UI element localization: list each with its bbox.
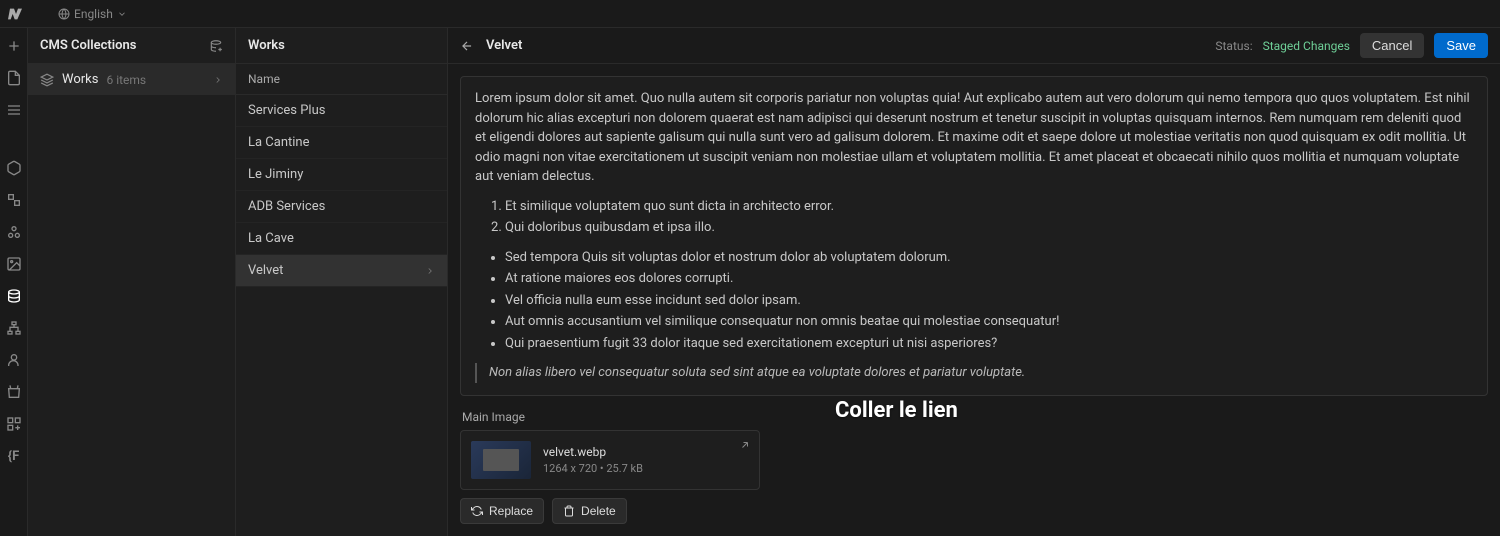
collections-panel-title: CMS Collections xyxy=(40,38,136,53)
navigator-tool[interactable] xyxy=(4,100,24,120)
work-item[interactable]: ADB Services xyxy=(236,191,447,223)
work-item-label: ADB Services xyxy=(248,199,325,214)
components-tool[interactable] xyxy=(4,158,24,178)
chevron-down-icon xyxy=(117,9,127,19)
rich-text-list-item: At ratione maiores eos dolores corrupti. xyxy=(505,269,1473,289)
save-button[interactable]: Save xyxy=(1434,33,1488,58)
rich-text-quote: Non alias libero vel consequatur soluta … xyxy=(475,363,1473,383)
work-item-label: La Cantine xyxy=(248,135,310,150)
users-tool[interactable] xyxy=(4,350,24,370)
chevron-right-icon xyxy=(213,75,223,85)
work-item[interactable]: La Cantine xyxy=(236,127,447,159)
rich-text-list-item: Aut omnis accusantium vel similique cons… xyxy=(505,312,1473,332)
rich-text-field[interactable]: Lorem ipsum dolor sit amet. Quo nulla au… xyxy=(460,76,1488,396)
pages-tool[interactable] xyxy=(4,68,24,88)
collection-count: 6 items xyxy=(106,73,146,87)
chevron-right-icon xyxy=(425,266,435,276)
styles-tool[interactable] xyxy=(4,222,24,242)
cms-tool[interactable] xyxy=(4,286,24,306)
webflow-logo-icon[interactable] xyxy=(8,6,24,22)
work-item[interactable]: Velvet xyxy=(236,255,447,287)
cancel-button[interactable]: Cancel xyxy=(1360,33,1424,58)
variables-tool[interactable] xyxy=(4,190,24,210)
work-item-label: Le Jiminy xyxy=(248,167,303,182)
ecommerce-tool[interactable] xyxy=(4,382,24,402)
delete-button[interactable]: Delete xyxy=(552,498,627,524)
rich-text-paragraph: Lorem ipsum dolor sit amet. Quo nulla au… xyxy=(475,89,1473,187)
tool-sidebar: {F xyxy=(0,28,28,536)
work-item-label: Services Plus xyxy=(248,103,325,118)
content-body: Lorem ipsum dolor sit amet. Quo nulla au… xyxy=(448,64,1500,536)
refresh-icon xyxy=(471,505,483,517)
collections-panel: CMS Collections Works 6 items xyxy=(28,28,236,536)
assets-tool[interactable] xyxy=(4,254,24,274)
rich-text-list-item: Qui doloribus quibusdam et ipsa illo. xyxy=(505,218,1473,238)
rich-text-list-item: Vel officia nulla eum esse incidunt sed … xyxy=(505,291,1473,311)
apps-tool[interactable] xyxy=(4,414,24,434)
image-thumbnail[interactable] xyxy=(471,441,531,479)
topbar: English xyxy=(0,0,1500,28)
work-item[interactable]: Le Jiminy xyxy=(236,159,447,191)
works-panel: Works Name Services Plus La Cantine Le J… xyxy=(236,28,448,536)
rich-text-list-item: Sed tempora Quis sit voluptas dolor et n… xyxy=(505,248,1473,268)
image-filename: velvet.webp xyxy=(543,445,643,459)
expand-icon[interactable] xyxy=(739,439,751,451)
replace-label: Replace xyxy=(489,504,533,518)
rich-text-list-item: Qui praesentium fugit 33 dolor itaque se… xyxy=(505,334,1473,354)
delete-label: Delete xyxy=(581,504,616,518)
collection-icon xyxy=(40,73,54,87)
trash-icon xyxy=(563,505,575,517)
status-label: Status: xyxy=(1215,39,1252,53)
content-panel: Velvet Status: Staged Changes Cancel Sav… xyxy=(448,28,1500,536)
work-item[interactable]: La Cave xyxy=(236,223,447,255)
collection-item-works[interactable]: Works 6 items xyxy=(28,64,235,95)
works-column-header: Name xyxy=(236,64,447,95)
replace-button[interactable]: Replace xyxy=(460,498,544,524)
finsweet-tool[interactable]: {F xyxy=(4,446,24,466)
collection-name: Works xyxy=(62,72,98,87)
works-panel-title: Works xyxy=(248,38,285,53)
rich-text-list-item: Et similique voluptatem quo sunt dicta i… xyxy=(505,197,1473,217)
language-label: English xyxy=(74,7,113,21)
page-title: Velvet xyxy=(486,38,522,53)
image-dimensions: 1264 x 720 • 25.7 kB xyxy=(543,462,643,475)
add-element-tool[interactable] xyxy=(4,36,24,56)
image-card: velvet.webp 1264 x 720 • 25.7 kB xyxy=(460,430,760,490)
language-selector[interactable]: English xyxy=(52,5,133,23)
add-collection-icon[interactable] xyxy=(209,39,223,53)
content-header: Velvet Status: Staged Changes Cancel Sav… xyxy=(448,28,1500,64)
work-item-label: Velvet xyxy=(248,263,283,278)
work-item[interactable]: Services Plus xyxy=(236,95,447,127)
back-button[interactable] xyxy=(460,39,474,53)
globe-icon xyxy=(58,8,70,20)
main-image-label: Main Image xyxy=(462,410,1488,424)
status-value: Staged Changes xyxy=(1263,39,1350,53)
work-item-label: La Cave xyxy=(248,231,294,246)
logic-tool[interactable] xyxy=(4,318,24,338)
